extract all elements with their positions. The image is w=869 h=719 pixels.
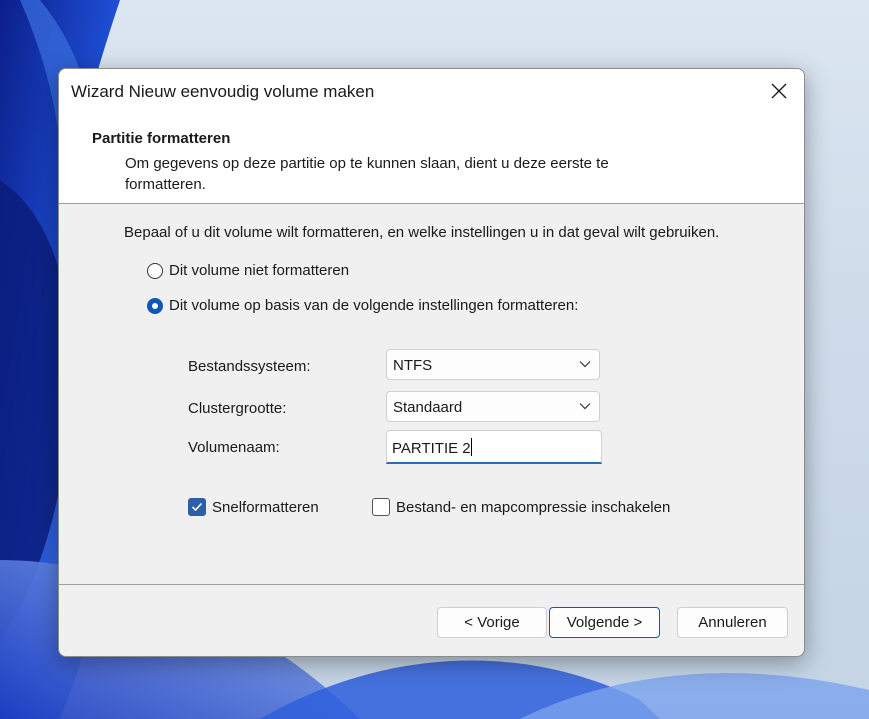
radio-format-label: Dit volume op basis van de volgende inst…	[169, 297, 579, 314]
volume-name-input[interactable]: PARTITIE 2	[386, 430, 602, 464]
radio-format[interactable]: Dit volume op basis van de volgende inst…	[147, 297, 578, 314]
cluster-size-value: Standaard	[393, 399, 463, 416]
intro-text: Bepaal of u dit volume wilt formatteren,…	[124, 224, 720, 241]
radio-format-indicator[interactable]	[147, 297, 163, 314]
quick-format-label: Snelformatteren	[212, 498, 319, 516]
cluster-size-select[interactable]: Standaard	[386, 391, 600, 422]
quick-format-box[interactable]	[188, 498, 206, 516]
filesystem-value: NTFS	[393, 357, 433, 374]
dialog-titlebar: Wizard Nieuw eenvoudig volume maken	[59, 69, 804, 113]
dialog-title: Wizard Nieuw eenvoudig volume maken	[71, 82, 375, 101]
radio-no-format[interactable]: Dit volume niet formatteren	[147, 262, 349, 279]
format-partition-dialog: Wizard Nieuw eenvoudig volume maken Part…	[58, 68, 805, 657]
back-button[interactable]: < Vorige	[437, 607, 547, 638]
footer-divider	[59, 584, 804, 585]
wizard-content: Bepaal of u dit volume wilt formatteren,…	[59, 204, 804, 584]
page-title: Partitie formatteren	[92, 130, 231, 147]
chevron-down-icon	[579, 361, 591, 368]
cancel-button[interactable]: Annuleren	[677, 607, 788, 638]
radio-no-format-label: Dit volume niet formatteren	[169, 262, 350, 279]
quick-format-checkbox[interactable]: Snelformatteren	[188, 498, 319, 516]
compression-label: Bestand- en mapcompressie inschakelen	[396, 498, 671, 516]
close-icon	[771, 83, 787, 99]
compression-box[interactable]	[372, 498, 390, 516]
cluster-size-label: Clustergrootte:	[188, 400, 287, 417]
filesystem-label: Bestandssysteem:	[188, 358, 311, 375]
compression-checkbox[interactable]: Bestand- en mapcompressie inschakelen	[372, 498, 670, 516]
volume-name-label: Volumenaam:	[188, 439, 280, 456]
filesystem-select[interactable]: NTFS	[386, 349, 600, 380]
next-button[interactable]: Volgende >	[549, 607, 660, 638]
text-caret	[470, 438, 472, 456]
wizard-header: Partitie formatteren Om gegevens op deze…	[59, 113, 804, 204]
page-description: Om gegevens op deze partitie op te kunne…	[125, 155, 609, 193]
chevron-down-icon	[579, 403, 591, 410]
close-button[interactable]	[764, 77, 794, 105]
checkmark-icon	[191, 502, 203, 512]
radio-no-format-indicator[interactable]	[147, 262, 163, 279]
desktop-background: Wizard Nieuw eenvoudig volume maken Part…	[0, 0, 869, 719]
volume-name-value: PARTITIE 2	[392, 438, 472, 457]
